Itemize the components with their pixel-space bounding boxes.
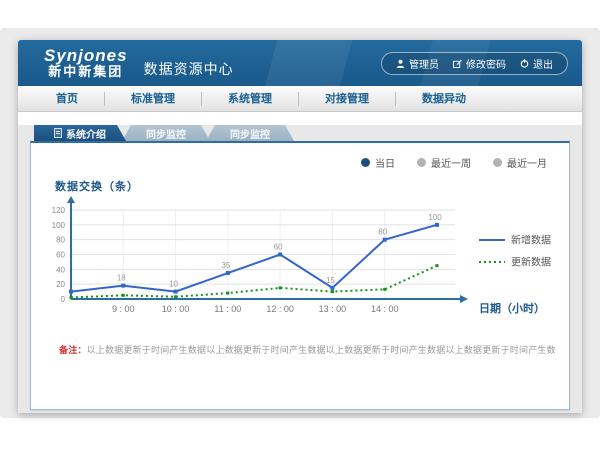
nav-item-system-mgmt[interactable]: 系统管理	[202, 92, 299, 106]
svg-text:60: 60	[56, 251, 65, 260]
svg-text:60: 60	[274, 243, 283, 252]
tab-sync-monitor-2[interactable]: 同步监控	[206, 125, 294, 141]
logout-button[interactable]: 退出	[520, 56, 553, 71]
svg-text:120: 120	[52, 206, 66, 215]
svg-text:15: 15	[326, 276, 335, 285]
svg-text:80: 80	[378, 228, 387, 237]
svg-text:20: 20	[56, 280, 65, 289]
range-option-label: 当日	[375, 155, 395, 170]
range-option-label: 最近一周	[431, 155, 471, 170]
edit-icon	[453, 59, 462, 68]
svg-text:12 : 00: 12 : 00	[266, 304, 294, 314]
tab-label: 同步监控	[146, 126, 186, 141]
svg-text:80: 80	[56, 236, 65, 245]
chart-container: 0 20 40 60 80 100 120 9 : 00 10 : 00 11 : 00 12 : …	[41, 196, 569, 329]
change-password-button[interactable]: 修改密码	[453, 56, 506, 71]
note-prefix: 备注：	[59, 345, 87, 355]
document-icon	[54, 128, 62, 138]
chart-y-axis-title: 数据交换（条）	[55, 178, 569, 194]
radio-selected-icon	[361, 158, 370, 167]
range-option-last-week[interactable]: 最近一周	[417, 155, 471, 170]
nav-item-data-changes[interactable]: 数据异动	[396, 92, 492, 106]
current-user-label: 管理员	[409, 56, 439, 71]
radio-icon	[417, 158, 426, 167]
svg-text:10: 10	[169, 280, 178, 289]
svg-text:新增数据: 新增数据	[511, 234, 551, 247]
svg-text:10 : 00: 10 : 00	[162, 304, 190, 314]
tab-strip: 系统介绍 同步监控 同步监控	[34, 125, 582, 141]
footer-note: 备注：以上数据更新于时间产生数据以上数据更新于时间产生数据以上数据更新于时间产生…	[59, 343, 555, 356]
app-window: Synjones 新中新集团 数据资源中心 管理员	[18, 40, 582, 413]
tab-label: 系统介绍	[66, 126, 106, 141]
main-nav: 首页 标准管理 系统管理 对接管理 数据异动	[18, 86, 582, 112]
radio-icon	[493, 158, 502, 167]
user-icon	[396, 59, 405, 68]
svg-text:40: 40	[56, 265, 65, 274]
note-text: 以上数据更新于时间产生数据以上数据更新于时间产生数据以上数据更新于时间产生数据以…	[87, 345, 555, 355]
content-area: 系统介绍 同步监控 同步监控 当日	[18, 125, 582, 413]
range-option-label: 最近一月	[507, 155, 547, 170]
system-intro-panel: 当日 最近一周 最近一月 数据交换（条） 0204060801	[30, 141, 570, 410]
range-option-today[interactable]: 当日	[361, 155, 395, 170]
logout-label: 退出	[533, 56, 553, 71]
svg-text:0: 0	[61, 295, 66, 304]
current-user-button[interactable]: 管理员	[396, 56, 439, 71]
range-option-last-month[interactable]: 最近一月	[493, 155, 547, 170]
tab-sync-monitor-1[interactable]: 同步监控	[122, 125, 210, 141]
svg-text:18: 18	[117, 274, 126, 283]
svg-text:更新数据: 更新数据	[511, 256, 551, 269]
nav-item-standard-mgmt[interactable]: 标准管理	[105, 92, 202, 106]
nav-item-home[interactable]: 首页	[30, 92, 105, 106]
nav-item-interface-mgmt[interactable]: 对接管理	[299, 92, 396, 106]
browser-viewport: Synjones 新中新集团 数据资源中心 管理员	[0, 28, 600, 418]
logo-text-cn: 新中新集团	[48, 65, 123, 79]
svg-text:14 : 00: 14 : 00	[371, 304, 399, 314]
logo-text-en: Synjones	[44, 47, 128, 65]
svg-text:35: 35	[221, 261, 230, 270]
svg-text:9 : 00: 9 : 00	[112, 304, 135, 314]
app-header: Synjones 新中新集团 数据资源中心 管理员	[18, 40, 582, 86]
svg-text:100: 100	[52, 221, 66, 230]
user-bar: 管理员 修改密码 退出	[381, 52, 568, 75]
page-title: 数据资源中心	[144, 59, 234, 79]
svg-text:100: 100	[428, 213, 442, 222]
power-icon	[520, 59, 529, 68]
svg-text:11 : 00: 11 : 00	[214, 304, 241, 314]
logo: Synjones 新中新集团	[44, 47, 128, 78]
svg-text:13 : 00: 13 : 00	[319, 304, 347, 314]
range-filter-group: 当日 最近一周 最近一月	[31, 143, 569, 170]
tab-system-intro[interactable]: 系统介绍	[34, 125, 126, 141]
svg-text:日期（小时）: 日期（小时）	[479, 301, 545, 315]
tab-label: 同步监控	[230, 126, 270, 141]
change-password-label: 修改密码	[466, 56, 506, 71]
page: Synjones 新中新集团 数据资源中心 管理员	[0, 0, 600, 450]
data-exchange-line-chart: 0 20 40 60 80 100 120 9 : 00 10 : 00 11 : 00 12 : …	[41, 196, 577, 324]
